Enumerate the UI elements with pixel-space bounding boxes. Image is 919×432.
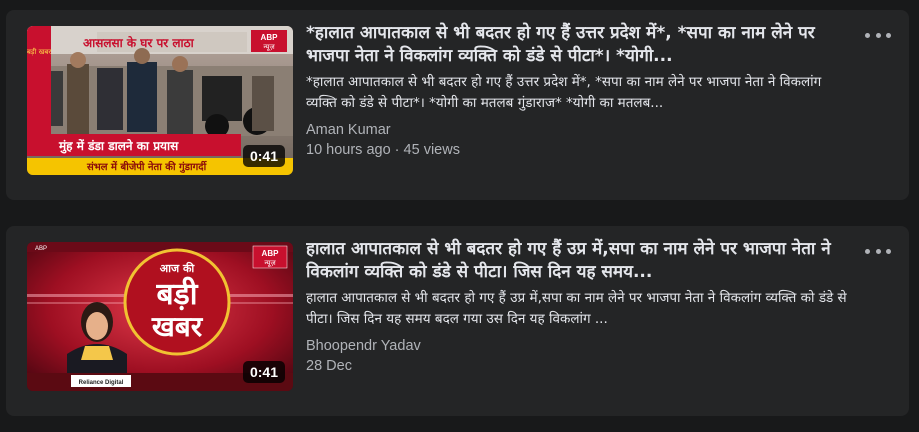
video-duration-badge: 0:41 [242, 145, 285, 167]
video-result-card[interactable]: आज की बड़ी खबर ABP न्यूज़ Reliance Digit… [6, 226, 909, 416]
video-info: हालात आपातकाल से भी बदतर हो गए हैं उप्र … [306, 238, 854, 376]
thumb-title-line1: आज की [160, 261, 196, 275]
thumb-title-line3: खबर [151, 310, 204, 343]
video-thumbnail[interactable]: बड़ी खबर आसलसा के घर पर लाठा ABP न्यूज़ … [27, 26, 293, 175]
video-info: *हालात आपातकाल से भी बदतर हो गए हैं उत्त… [306, 22, 854, 160]
video-description: *हालात आपातकाल से भी बदतर हो गए हैं उत्त… [306, 74, 822, 111]
thumb-title-line2: बड़ी [156, 276, 199, 312]
video-title[interactable]: हालात आपातकाल से भी बदतर हो गए हैं उप्र … [306, 238, 854, 284]
thumb-ticker: ABP [35, 246, 47, 252]
thumb-side-tag: बड़ी खबर [27, 47, 51, 56]
thumb-brand: Reliance Digital [79, 380, 124, 386]
thumb-top-text: आसलसा के घर पर लाठा [83, 36, 195, 50]
thumb-logo: ABP [262, 249, 280, 258]
thumb-ticker: संभल में बीजेपी नेता की गुंडागर्दी [86, 160, 208, 173]
video-description: हालात आपातकाल से भी बदतर हो गए हैं उप्र … [306, 290, 847, 327]
video-thumbnail[interactable]: आज की बड़ी खबर ABP न्यूज़ Reliance Digit… [27, 242, 293, 391]
video-title[interactable]: *हालात आपातकाल से भी बदतर हो गए हैं उत्त… [306, 22, 854, 68]
video-meta: 28 Dec [306, 358, 352, 374]
video-author[interactable]: Bhoopendr Yadav [306, 336, 854, 356]
thumb-logo: ABP [261, 33, 279, 42]
thumb-logo-sub: न्यूज़ [263, 43, 275, 51]
thumb-logo-sub: न्यूज़ [264, 259, 276, 267]
thumb-banner: मुंह में डंडा डालने का प्रयास [58, 139, 179, 154]
more-horizontal-icon[interactable] [865, 28, 891, 42]
video-author[interactable]: Aman Kumar [306, 120, 854, 140]
video-result-card[interactable]: बड़ी खबर आसलसा के घर पर लाठा ABP न्यूज़ … [6, 10, 909, 200]
video-duration-badge: 0:41 [242, 361, 285, 383]
more-horizontal-icon[interactable] [865, 244, 891, 258]
video-meta: 10 hours ago · 45 views [306, 142, 460, 158]
